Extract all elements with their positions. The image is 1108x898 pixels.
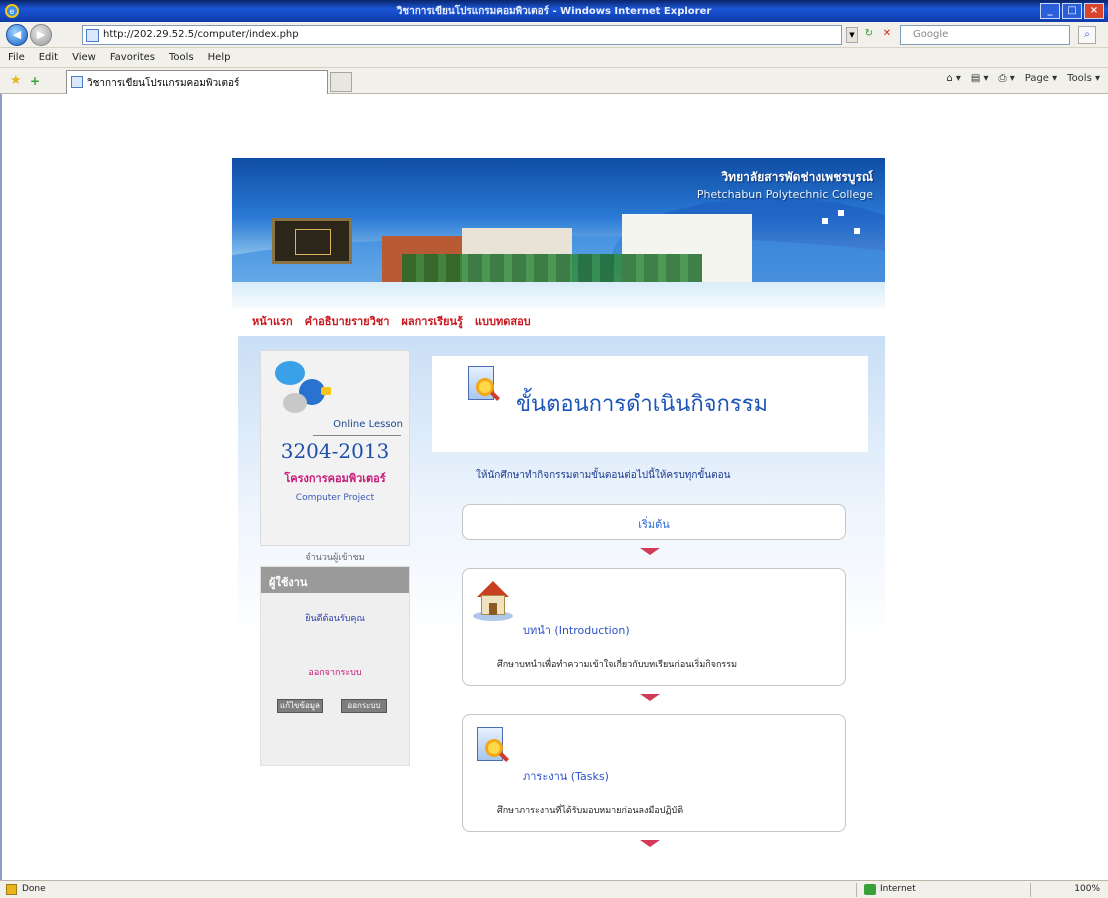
menu-file[interactable]: File: [8, 52, 25, 67]
forward-button[interactable]: ▶: [30, 24, 52, 46]
subject-label: Online Lesson: [333, 419, 403, 430]
nav-learning-outcomes[interactable]: ผลการเรียนรู้: [401, 312, 462, 330]
welcome-text: ยินดีต้อนรับคุณ: [305, 614, 365, 624]
maximize-button[interactable]: □: [1062, 3, 1082, 19]
zoom-level[interactable]: 100%: [1074, 884, 1100, 894]
college-name-th: วิทยาลัยสารพัดช่างเพชรบูรณ์: [721, 170, 873, 184]
menu-edit[interactable]: Edit: [39, 52, 58, 67]
print-icon[interactable]: ⎙ ▾: [999, 73, 1015, 84]
step-title[interactable]: ภาระงาน (Tasks): [523, 767, 609, 785]
college-name-en: Phetchabun Polytechnic College: [696, 188, 873, 201]
feeds-icon[interactable]: ▤ ▾: [971, 73, 989, 84]
page-menu[interactable]: Page ▾: [1025, 73, 1057, 84]
edit-profile-button[interactable]: แก้ไขข้อมูล: [277, 699, 323, 713]
site-banner: วิทยาลัยสารพัดช่างเพชรบูรณ์ Phetchabun P…: [232, 158, 885, 308]
nav-quiz[interactable]: แบบทดสอบ: [475, 312, 531, 330]
status-bar: Done Internet 100%: [0, 880, 1108, 898]
search-icon[interactable]: ⌕: [1078, 26, 1096, 44]
add-favorite-icon[interactable]: +: [30, 74, 44, 88]
address-input[interactable]: http://202.29.52.5/computer/index.php: [82, 25, 842, 45]
step-tasks[interactable]: ภาระงาน (Tasks) ศึกษาภาระงานที่ได้รับมอบ…: [462, 714, 846, 832]
login-panel: ผู้ใช้งาน ยินดีต้อนรับคุณ ออกจากระบบ แก้…: [260, 566, 410, 766]
magnifier-document-icon: [473, 727, 509, 769]
menu-tools[interactable]: Tools: [169, 52, 194, 67]
menu-view[interactable]: View: [72, 52, 96, 67]
status-text: Done: [22, 884, 46, 894]
stop-icon[interactable]: ✕: [880, 27, 894, 41]
address-dropdown-icon[interactable]: ▼: [846, 27, 858, 43]
subject-code: 3204-2013: [280, 439, 390, 463]
page-done-icon: [6, 884, 17, 895]
page-viewport: วิทยาลัยสารพัดช่างเพชรบูรณ์ Phetchabun P…: [0, 94, 1108, 880]
address-text: http://202.29.52.5/computer/index.php: [103, 29, 299, 40]
down-arrow-icon: [640, 548, 660, 555]
nav-course-description[interactable]: คำอธิบายรายวิชา: [305, 312, 390, 330]
down-arrow-icon: [640, 840, 660, 847]
window-titlebar: e วิชาการเขียนโปรแกรมคอมพิวเตอร์ - Windo…: [0, 0, 1108, 22]
address-toolbar: ◀ ▶ http://202.29.52.5/computer/index.ph…: [0, 22, 1108, 48]
tab-page-icon: [71, 76, 83, 88]
step-introduction[interactable]: บทนำ (Introduction) ศึกษาบทนำเพื่อทำความ…: [462, 568, 846, 686]
login-heading: ผู้ใช้งาน: [261, 567, 409, 593]
tab-bar: ★ + วิชาการเขียนโปรแกรมคอมพิวเตอร์ ⌂ ▾ ▤…: [0, 68, 1108, 94]
trees-image: [402, 254, 702, 284]
step-title[interactable]: บทนำ (Introduction): [523, 621, 630, 639]
menu-bar: File Edit View Favorites Tools Help: [0, 48, 1108, 68]
back-arrow-icon: ◀: [12, 28, 22, 41]
intro-text: ให้นักศึกษาทำกิจกรรมตามขั้นตอนต่อไปนี้ให…: [476, 470, 731, 481]
chat-bubbles-icon: [269, 359, 359, 419]
minimize-button[interactable]: _: [1040, 3, 1060, 19]
menu-favorites[interactable]: Favorites: [110, 52, 155, 67]
step-description: ศึกษาภาระงานที่ได้รับมอบหมายก่อนลงมือปฏิ…: [497, 806, 684, 816]
security-zone: Internet: [880, 884, 916, 894]
close-button[interactable]: ×: [1084, 3, 1104, 19]
visitor-caption: จำนวนผู้เข้าชม: [305, 553, 365, 563]
subject-name: โครงการคอมพิวเตอร์: [284, 472, 386, 485]
page-icon: [86, 29, 99, 42]
back-button[interactable]: ◀: [6, 24, 28, 46]
search-input[interactable]: Google: [900, 25, 1070, 45]
start-step[interactable]: เริ่มต้น: [462, 504, 846, 540]
new-tab-button[interactable]: [330, 72, 352, 92]
internet-zone-icon: [864, 884, 876, 895]
logout-link[interactable]: ออกจากระบบ: [261, 665, 409, 679]
browser-tab[interactable]: วิชาการเขียนโปรแกรมคอมพิวเตอร์: [66, 70, 328, 94]
home-icon[interactable]: ⌂ ▾: [946, 73, 961, 84]
logout-button[interactable]: ออกระบบ: [341, 699, 387, 713]
page-title: ขั้นตอนการดำเนินกิจกรรม: [516, 392, 769, 417]
step-description: ศึกษาบทนำเพื่อทำความเข้าใจเกี่ยวกับบทเรี…: [497, 660, 738, 670]
down-arrow-icon: [640, 694, 660, 701]
forward-arrow-icon: ▶: [36, 28, 46, 41]
home-icon: [473, 581, 513, 625]
college-sign-image: [272, 218, 352, 264]
site-nav: หน้าแรก คำอธิบายรายวิชา ผลการเรียนรู้ แบ…: [252, 312, 531, 330]
subject-card: Online Lesson 3204-2013 โครงการคอมพิวเตอ…: [260, 350, 410, 546]
refresh-icon[interactable]: ↻: [862, 27, 876, 41]
tab-title: วิชาการเขียนโปรแกรมคอมพิวเตอร์: [87, 78, 240, 89]
subject-name-en[interactable]: Computer Project: [261, 493, 409, 503]
nav-home[interactable]: หน้าแรก: [252, 312, 293, 330]
favorites-star-icon[interactable]: ★: [10, 74, 24, 88]
window-title: วิชาการเขียนโปรแกรมคอมพิวเตอร์ - Windows…: [396, 6, 712, 17]
magnifier-document-icon: [464, 366, 500, 408]
tools-menu[interactable]: Tools ▾: [1067, 73, 1100, 84]
menu-help[interactable]: Help: [208, 52, 231, 67]
start-label: เริ่มต้น: [638, 518, 670, 531]
